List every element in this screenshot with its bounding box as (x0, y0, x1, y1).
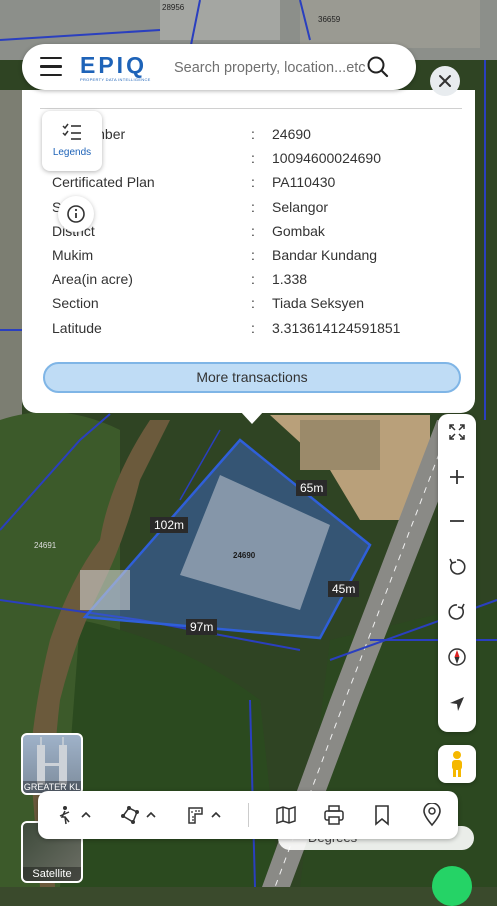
bookmark-icon[interactable] (364, 791, 400, 839)
rotate-ccw-icon[interactable] (438, 552, 476, 582)
detail-value: Gombak (272, 222, 325, 239)
rotate-cw-icon[interactable] (438, 597, 476, 627)
map-icon[interactable] (268, 791, 304, 839)
detail-value: PA110430 (272, 174, 336, 191)
printer-icon[interactable] (316, 791, 352, 839)
detail-value: Selangor (272, 198, 329, 215)
dimension-label-top: 65m (296, 480, 328, 496)
expand-icon[interactable] (438, 417, 476, 447)
detail-label: Section (52, 295, 99, 312)
location-pin-icon[interactable] (414, 791, 450, 839)
detail-separator: : (251, 295, 255, 312)
detail-value: Bandar Kundang (272, 246, 378, 263)
nearby-lot-label: 28956 (162, 3, 185, 12)
detail-label: Certificated Plan (52, 174, 155, 191)
more-transactions-button[interactable]: More transactions (43, 362, 461, 393)
whatsapp-icon[interactable] (432, 866, 472, 906)
lot-label: 24690 (233, 551, 256, 560)
dimension-label-bottom: 97m (186, 619, 218, 635)
detail-value: Tiada Seksyen (272, 295, 365, 312)
region-thumbnail[interactable]: GREATER KL (21, 733, 83, 795)
panel-pointer (240, 411, 264, 424)
plus-icon[interactable] (438, 462, 476, 492)
detail-separator: : (251, 150, 255, 167)
dimension-label-left: 102m (150, 517, 189, 533)
detail-value: 3.313614124591851 (272, 319, 401, 336)
nearby-lot-label: 24691 (34, 541, 57, 550)
nearby-lot-label: 36659 (318, 15, 341, 24)
map-controls (438, 414, 476, 732)
pegman-icon[interactable] (438, 745, 476, 783)
detail-separator: : (251, 222, 255, 239)
detail-value: 1.338 (272, 271, 308, 288)
ruler-person-icon[interactable] (52, 791, 96, 839)
logo-tagline: PROPERTY DATA INTELLIGENCE (80, 77, 151, 82)
search-icon[interactable] (366, 55, 390, 84)
list-icon (42, 123, 102, 146)
detail-value: 24690 (272, 126, 311, 142)
polygon-icon[interactable] (116, 791, 160, 839)
detail-label: Latitude (52, 319, 102, 336)
detail-separator: : (251, 271, 255, 288)
minus-icon[interactable] (438, 506, 476, 536)
compass-icon[interactable] (438, 642, 476, 672)
epiq-logo[interactable]: EPIQ (80, 52, 147, 79)
dimension-label-right: 45m (328, 581, 360, 597)
close-icon[interactable] (430, 66, 460, 96)
hamburger-icon[interactable] (40, 57, 62, 77)
detail-label: Area(in acre) (52, 271, 133, 288)
twin-towers-icon (37, 737, 67, 785)
detail-separator: : (251, 174, 255, 191)
legends-button[interactable]: Legends (42, 111, 102, 171)
detail-separator: : (251, 126, 255, 142)
detail-label: Mukim (52, 246, 94, 263)
navigation-arrow-icon[interactable] (438, 689, 476, 719)
detail-separator: : (251, 246, 255, 263)
detail-value: 10094600024690 (272, 150, 382, 167)
bottom-toolbar (38, 791, 458, 839)
detail-separator: : (251, 198, 255, 215)
area-ruler-icon[interactable] (182, 791, 226, 839)
legends-label: Legends (52, 147, 92, 158)
top-search-bar: EPIQ PROPERTY DATA INTELLIGENCE (22, 44, 416, 90)
search-input[interactable] (172, 52, 376, 84)
panel-divider (40, 108, 462, 109)
detail-separator: : (251, 319, 255, 336)
toolbar-divider (248, 803, 249, 827)
info-icon[interactable] (58, 196, 94, 232)
basemap-label: Satellite (23, 867, 81, 881)
